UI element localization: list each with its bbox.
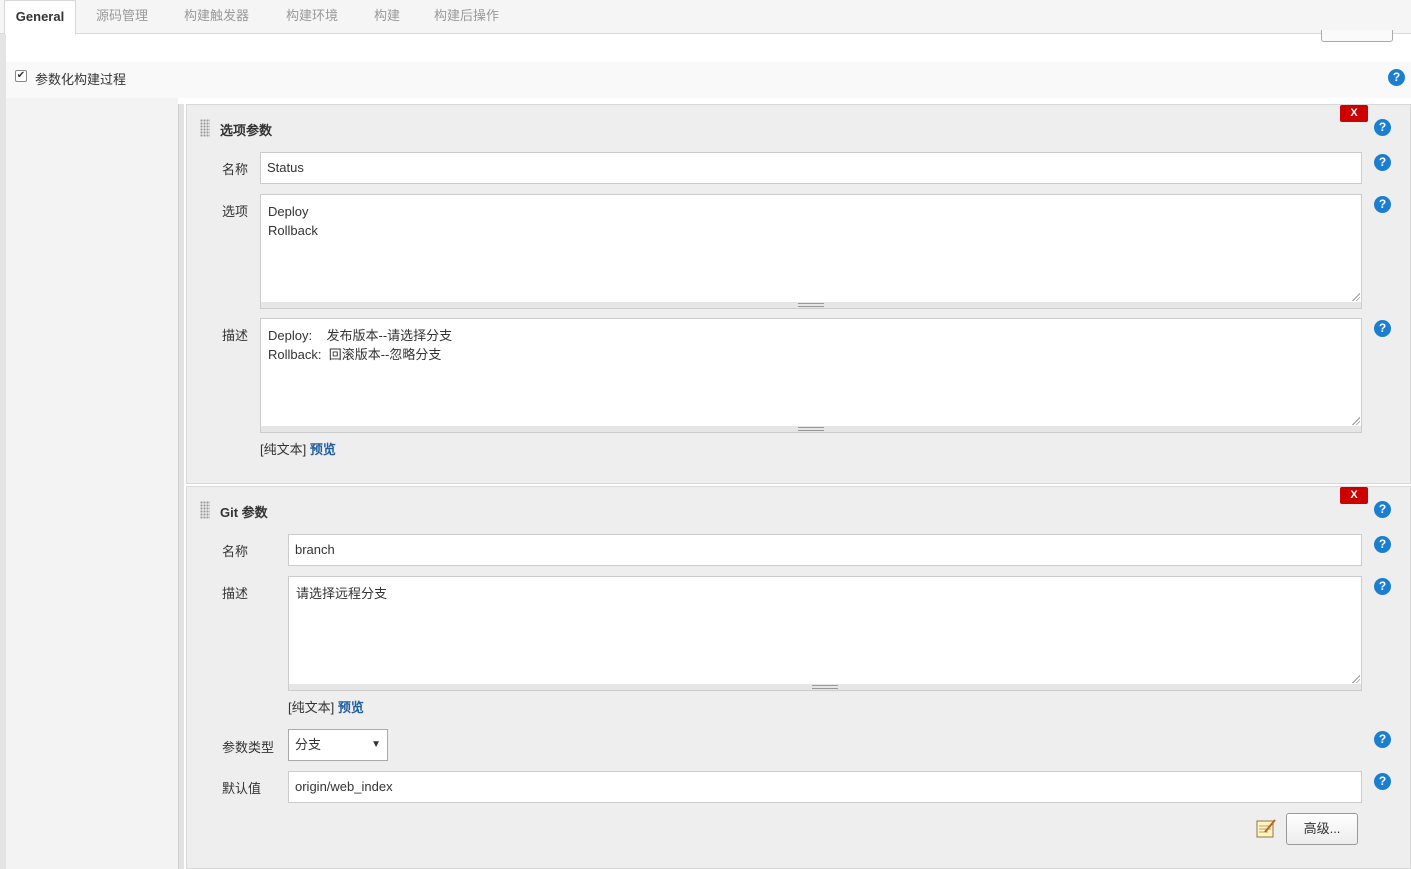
default-value-input[interactable]: origin/web_index	[288, 771, 1362, 803]
parameter-type-label: 参数类型	[222, 740, 275, 755]
help-icon[interactable]: ?	[1374, 154, 1391, 171]
dropdown-arrow-icon: ▼	[371, 739, 381, 750]
drag-handle-icon[interactable]	[200, 501, 210, 519]
help-icon[interactable]: ?	[1374, 196, 1391, 213]
choice-parameter-title: 选项参数	[220, 123, 273, 138]
choices-textarea[interactable]: Deploy Rollback	[260, 194, 1362, 303]
choice-description-textarea[interactable]: Deploy: 发布版本--请选择分支 Rollback: 回滚版本--忽略分支	[260, 318, 1362, 427]
preview-link[interactable]: 预览	[338, 700, 364, 715]
format-line: [纯文本] 预览	[288, 697, 364, 716]
format-plain-text: [纯文本]	[288, 700, 335, 715]
git-description-textarea[interactable]: 请选择远程分支	[288, 576, 1362, 685]
tab-build-environment[interactable]: 构建环境	[280, 0, 344, 34]
format-line: [纯文本] 预览	[260, 439, 336, 458]
textarea-resizer[interactable]	[260, 302, 1362, 309]
preview-link[interactable]: 预览	[310, 442, 336, 457]
notepad-icon[interactable]	[1255, 817, 1277, 839]
default-value-label: 默认值	[222, 781, 262, 796]
advanced-button[interactable]: 高级...	[1286, 813, 1358, 845]
git-parameter-title: Git 参数	[220, 505, 268, 520]
resize-grip-icon[interactable]	[1352, 417, 1360, 425]
left-gutter	[6, 98, 178, 869]
tab-source-control[interactable]: 源码管理	[90, 0, 154, 34]
description-label: 描述	[222, 328, 249, 343]
tab-build-triggers[interactable]: 构建触发器	[178, 0, 255, 34]
name-label: 名称	[222, 544, 249, 559]
help-icon[interactable]: ?	[1388, 69, 1405, 86]
help-icon[interactable]: ?	[1374, 773, 1391, 790]
help-icon[interactable]: ?	[1374, 578, 1391, 595]
help-icon[interactable]: ?	[1374, 536, 1391, 553]
help-icon[interactable]: ?	[1374, 501, 1391, 518]
delete-choice-parameter-button[interactable]: X	[1340, 105, 1368, 122]
indent-bar	[178, 104, 184, 869]
cut-off-button[interactable]	[1321, 30, 1393, 42]
tab-general[interactable]: General	[4, 0, 76, 35]
choices-label: 选项	[222, 204, 249, 219]
delete-git-parameter-button[interactable]: X	[1340, 487, 1368, 504]
resize-grip-icon[interactable]	[1352, 293, 1360, 301]
format-plain-text: [纯文本]	[260, 442, 307, 457]
textarea-resizer[interactable]	[288, 684, 1362, 691]
parameterized-checkbox[interactable]: ✔	[15, 70, 27, 82]
help-icon[interactable]: ?	[1374, 320, 1391, 337]
drag-handle-icon[interactable]	[200, 119, 210, 137]
parameterized-label: 参数化构建过程	[35, 72, 127, 87]
help-icon[interactable]: ?	[1374, 119, 1391, 136]
parameter-type-value: 分支	[295, 737, 322, 752]
description-label: 描述	[222, 586, 249, 601]
help-icon[interactable]: ?	[1374, 731, 1391, 748]
resize-grip-icon[interactable]	[1352, 675, 1360, 683]
tab-post-build[interactable]: 构建后操作	[428, 0, 505, 34]
tab-bar: General 源码管理 构建触发器 构建环境 构建 构建后操作	[0, 0, 1411, 35]
parameterized-row	[6, 62, 1411, 98]
name-label: 名称	[222, 162, 249, 177]
textarea-resizer[interactable]	[260, 426, 1362, 433]
parameter-type-select[interactable]: 分支 ▼	[288, 729, 388, 761]
tab-build[interactable]: 构建	[368, 0, 406, 34]
choice-name-input[interactable]: Status	[260, 152, 1362, 184]
git-name-input[interactable]: branch	[288, 534, 1362, 566]
